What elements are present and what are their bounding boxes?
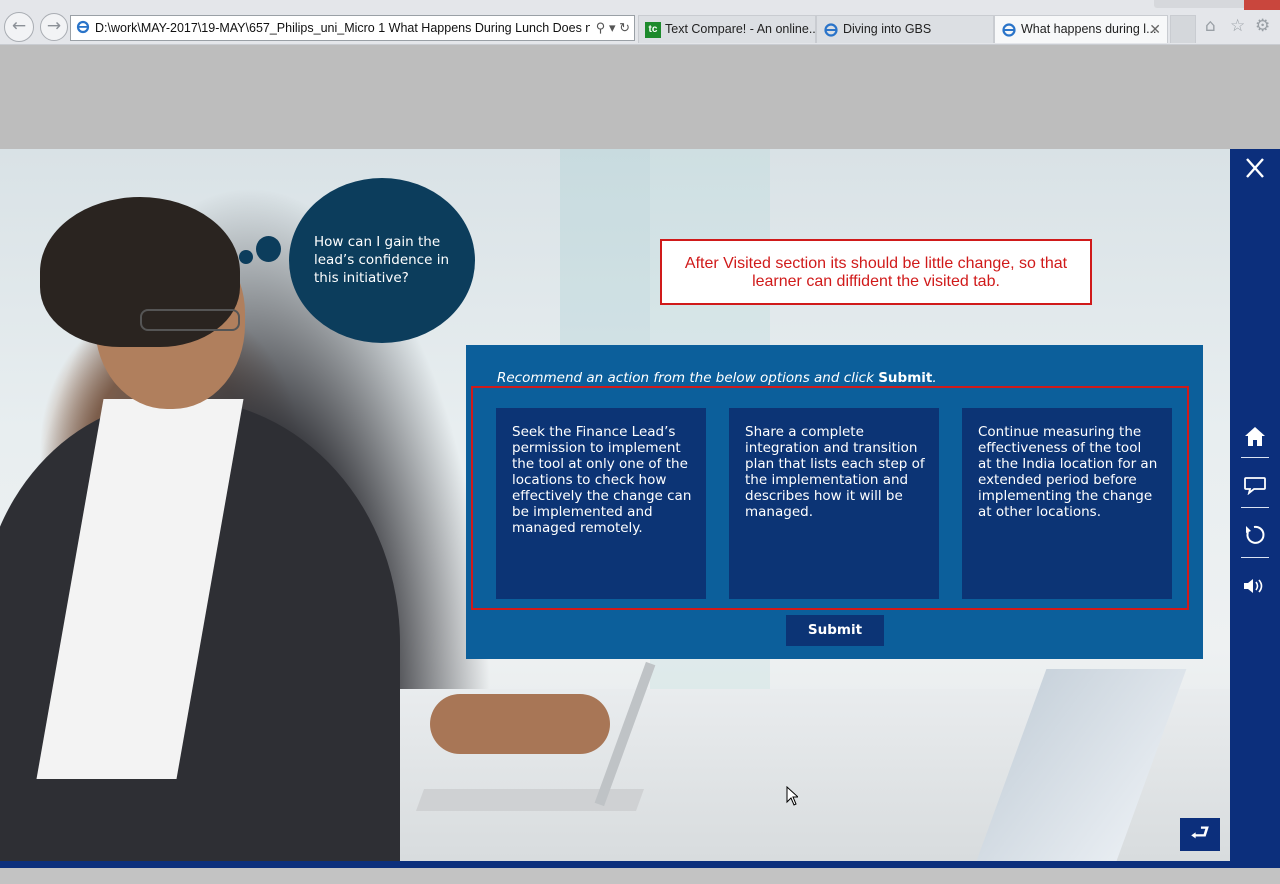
mouse-cursor-icon	[786, 786, 798, 806]
sidebar-divider	[1241, 557, 1269, 558]
activity-panel: Recommend an action from the below optio…	[466, 345, 1203, 659]
tab-close-icon[interactable]: ✕	[1149, 16, 1161, 43]
option-card-3[interactable]: Continue measuring the effectiveness of …	[962, 408, 1172, 599]
thought-dot-small	[239, 250, 253, 264]
back-return-icon[interactable]: ⮐	[1180, 818, 1220, 851]
forward-arrow-icon[interactable]: →	[40, 13, 68, 41]
tab-label: Diving into GBS	[843, 22, 932, 36]
ie-icon	[76, 20, 90, 34]
instruction-main: Recommend an action from the below optio…	[497, 370, 874, 386]
submit-button[interactable]: Submit	[786, 615, 884, 646]
option-card-2[interactable]: Share a complete integration and transit…	[729, 408, 939, 599]
course-footer-bar	[0, 861, 1280, 868]
thought-bubble: How can I gain the lead’s confidence in …	[289, 178, 475, 343]
option-card-1[interactable]: Seek the Finance Lead’s permission to im…	[496, 408, 706, 599]
browser-status-bar	[0, 868, 1280, 884]
sidebar-divider	[1241, 507, 1269, 508]
ie-icon	[824, 23, 838, 37]
address-text: D:\work\MAY-2017\19-MAY\657_Philips_uni_…	[95, 21, 600, 35]
laptop	[415, 789, 645, 811]
volume-icon[interactable]	[1230, 576, 1280, 596]
sidebar-divider	[1241, 457, 1269, 458]
favorites-star-icon[interactable]: ☆	[1230, 16, 1245, 36]
person-hands	[430, 694, 610, 754]
back-arrow-icon[interactable]: ←	[4, 12, 34, 42]
refresh-icon[interactable]: ↻	[619, 20, 630, 35]
address-tools[interactable]: ⚲ ▾ ↻	[589, 16, 630, 40]
tab-diving-into-gbs[interactable]: Diving into GBS	[816, 15, 994, 43]
text-compare-icon: tc	[645, 22, 661, 38]
background-window	[560, 149, 650, 369]
review-comment-box: After Visited section its should be litt…	[660, 239, 1092, 305]
home-icon[interactable]: ⌂	[1205, 16, 1216, 36]
instruction-bold: Submit	[878, 370, 933, 386]
thought-dot-large	[256, 236, 281, 262]
tab-label: What happens during l...	[1021, 22, 1157, 36]
settings-gear-icon[interactable]: ⚙	[1255, 16, 1270, 36]
search-icon[interactable]: ⚲	[596, 20, 606, 35]
instruction-text: Recommend an action from the below optio…	[497, 370, 937, 386]
home-icon[interactable]	[1230, 425, 1280, 447]
address-bar[interactable]: D:\work\MAY-2017\19-MAY\657_Philips_uni_…	[70, 15, 635, 41]
window-controls[interactable]	[1154, 0, 1244, 8]
comment-icon[interactable]	[1230, 475, 1280, 495]
tab-what-happens[interactable]: What happens during l... ✕	[994, 15, 1168, 43]
instruction-end: .	[932, 370, 937, 386]
course-sidebar	[1230, 149, 1280, 861]
new-tab-button[interactable]	[1170, 15, 1196, 43]
dropdown-icon[interactable]: ▾	[609, 20, 616, 35]
close-icon[interactable]	[1230, 157, 1280, 179]
window-close-button[interactable]	[1244, 0, 1280, 10]
tab-label: Text Compare! - An online...	[665, 22, 816, 36]
tab-text-compare[interactable]: tc Text Compare! - An online...	[638, 15, 816, 43]
ie-icon	[1002, 23, 1016, 37]
browser-chrome: ← → D:\work\MAY-2017\19-MAY\657_Philips_…	[0, 0, 1280, 45]
replay-icon[interactable]	[1230, 524, 1280, 546]
person-glasses	[140, 309, 240, 331]
